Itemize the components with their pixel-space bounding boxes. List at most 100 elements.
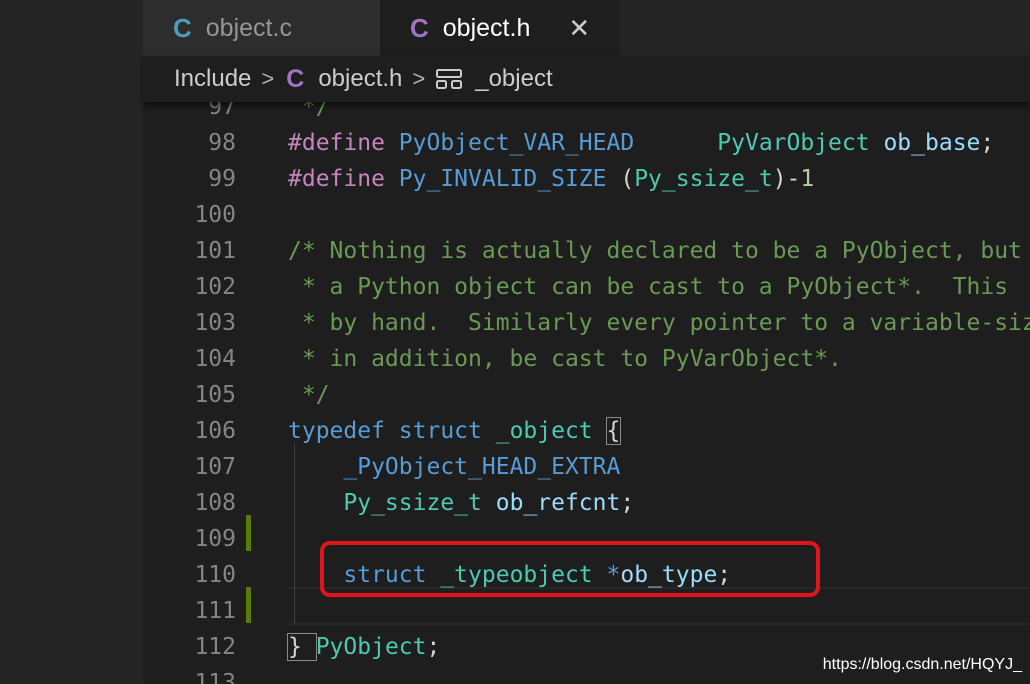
code-token: ;	[426, 634, 441, 660]
line-number: 102	[194, 274, 236, 300]
line-number: 99	[208, 166, 236, 192]
line-number: 101	[194, 238, 236, 264]
code-token: _PyObject_HEAD_EXTRA	[288, 454, 621, 480]
c-file-icon: C	[173, 12, 192, 43]
line-number: 109	[194, 526, 236, 552]
line-code: } PyObject;	[287, 629, 441, 665]
code-line[interactable]: 100	[143, 197, 1030, 233]
code-token: )-	[772, 166, 801, 192]
tab-bar: C object.c C object.h ✕	[143, 0, 1030, 56]
code-token: PyVarObject	[717, 130, 884, 156]
code-token: Py_ssize_t	[343, 490, 496, 516]
line-code: */	[288, 102, 330, 125]
code-token: ;	[717, 562, 732, 588]
code-token: PyObject	[315, 634, 427, 660]
line-number: 107	[194, 454, 236, 480]
code-token: ;	[980, 130, 995, 156]
watermark: https://blog.csdn.net/HQYJ_	[822, 656, 1022, 673]
line-code: _PyObject_HEAD_EXTRA	[288, 449, 620, 485]
tab-object-h[interactable]: C object.h ✕	[380, 0, 620, 56]
c-file-icon: C	[286, 64, 305, 93]
c-file-icon: C	[410, 12, 429, 43]
line-code: */	[288, 377, 330, 413]
tab-label: object.h	[442, 13, 531, 42]
code-line[interactable]: 104 * in addition, be cast to PyVarObjec…	[143, 341, 1030, 377]
code-line[interactable]: 105 */	[143, 377, 1030, 413]
struct-icon	[436, 69, 463, 89]
tab-object-c[interactable]: C object.c	[143, 0, 380, 56]
chevron-right-icon: >	[261, 66, 275, 91]
code-token: * in addition, be cast to PyVarObject*.	[288, 346, 842, 372]
breadcrumb-symbol[interactable]: _object	[475, 65, 552, 93]
close-icon[interactable]: ✕	[568, 13, 590, 44]
code-token: Py_ssize_t	[634, 166, 773, 192]
line-code: * a Python object can be cast to a PyObj…	[288, 269, 1008, 305]
code-line[interactable]: 103 * by hand. Similarly every pointer t…	[143, 305, 1030, 341]
code-line[interactable]: 111	[143, 593, 1030, 629]
code-line[interactable]: 107 _PyObject_HEAD_EXTRA	[143, 449, 1030, 485]
code-token: {	[605, 417, 622, 445]
code-line[interactable]: 98 #define PyObject_VAR_HEAD PyVarObject …	[143, 125, 1030, 161]
code-token: #define	[288, 166, 399, 192]
line-code: struct _typeobject *ob_type;	[288, 557, 731, 593]
code-token: _typeobject	[440, 562, 607, 588]
activity-sidebar	[0, 0, 143, 684]
code-token: ob_refcnt	[495, 490, 621, 516]
chevron-right-icon: >	[412, 66, 426, 91]
code-line[interactable]: 102 * a Python object can be cast to a P…	[143, 269, 1030, 305]
code-token: struct	[398, 418, 496, 444]
breadcrumb-file[interactable]: object.h	[318, 65, 402, 93]
code-token: * by hand. Similarly every pointer to a …	[288, 310, 1030, 336]
code-line[interactable]: 109	[143, 521, 1030, 557]
code-token: */	[288, 102, 330, 120]
code-token: (	[620, 166, 635, 192]
code-token: ob_base	[883, 130, 981, 156]
code-editor[interactable]: 97 */ 98 #define PyObject_VAR_HEAD PyVarOb…	[143, 102, 1030, 684]
code-line[interactable]: 97 */	[143, 102, 1030, 125]
code-line[interactable]: 101 /* Nothing is actually declared to be…	[143, 233, 1030, 269]
code-line[interactable]: 99 #define Py_INVALID_SIZE (Py_ssize_t)-1	[143, 161, 1030, 197]
code-token: *	[606, 562, 621, 588]
breadcrumb: Include > C object.h > _object	[143, 56, 1030, 102]
code-token: PyObject_VAR_HEAD	[398, 130, 635, 156]
breadcrumb-folder[interactable]: Include	[174, 65, 251, 93]
line-code: * in addition, be cast to PyVarObject*.	[288, 341, 842, 377]
line-code: #define PyObject_VAR_HEAD PyVarObject ob…	[288, 125, 994, 161]
code-line[interactable]: 106 typedef struct _object {	[143, 413, 1030, 449]
line-number: 111	[194, 598, 236, 624]
code-line[interactable]: 108 Py_ssize_t ob_refcnt;	[143, 485, 1030, 521]
line-number: 105	[194, 382, 236, 408]
line-code: Py_ssize_t ob_refcnt;	[288, 485, 634, 521]
code-token: ;	[620, 490, 635, 516]
line-number: 98	[208, 130, 236, 156]
line-number: 113	[194, 670, 236, 684]
tab-label: object.c	[205, 13, 292, 42]
line-code: /* Nothing is actually declared to be a …	[288, 233, 1022, 269]
code-token: ob_type	[620, 562, 718, 588]
line-number: 112	[194, 634, 236, 660]
line-number: 103	[194, 310, 236, 336]
line-number: 110	[194, 562, 236, 588]
line-number: 100	[194, 202, 236, 228]
line-number: 106	[194, 418, 236, 444]
code-token: _object	[495, 418, 607, 444]
code-token: */	[288, 382, 330, 408]
code-token: }	[287, 633, 317, 661]
code-token: #define	[288, 130, 399, 156]
code-token: struct	[343, 562, 441, 588]
code-token: Py_INVALID_SIZE	[398, 166, 621, 192]
line-code: * by hand. Similarly every pointer to a …	[288, 305, 1030, 341]
code-line[interactable]: 110 struct _typeobject *ob_type;	[143, 557, 1030, 593]
code-token: * a Python object can be cast to a PyObj…	[288, 274, 1009, 300]
code-token: 1	[800, 166, 815, 192]
line-number: 97	[208, 102, 236, 120]
line-number: 104	[194, 346, 236, 372]
line-code: #define Py_INVALID_SIZE (Py_ssize_t)-1	[288, 161, 814, 197]
line-number: 108	[194, 490, 236, 516]
code-token: /* Nothing is actually declared to be a …	[288, 238, 1022, 264]
code-token: typedef	[288, 418, 399, 444]
line-code: typedef struct _object {	[288, 413, 622, 449]
